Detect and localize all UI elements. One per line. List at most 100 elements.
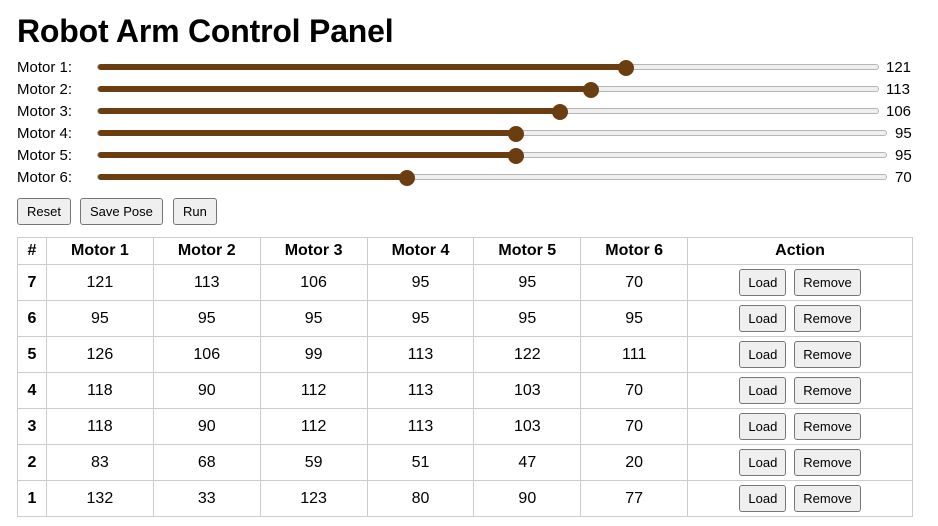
motor-2-slider-thumb[interactable] [582, 82, 599, 98]
motor-3-slider-thumb[interactable] [552, 104, 569, 120]
motor-4-slider-thumb[interactable] [507, 126, 524, 142]
motor-6-slider-row: Motor 6: 70 [17, 167, 927, 189]
row-actions: Load Remove [688, 377, 912, 404]
motor-6-cell: 70 [580, 372, 689, 409]
motor-1-label: Motor 1: [17, 59, 73, 76]
row-actions: Load Remove [688, 449, 912, 476]
motor-4-cell: 113 [366, 408, 475, 445]
motor-1-value: 121 [886, 59, 912, 76]
motor-5-cell: 95 [473, 300, 582, 337]
motor-2-slider[interactable] [97, 82, 879, 98]
load-button[interactable]: Load [739, 341, 787, 368]
motor-3-cell: 123 [259, 480, 368, 517]
motor-3-cell: 99 [259, 336, 368, 373]
motor-1-slider[interactable] [97, 60, 879, 76]
table-row: 3 118 90 112 113 103 70 Load Remove [17, 408, 913, 445]
action-cell: Load Remove [687, 480, 913, 517]
motor-2-label: Motor 2: [17, 81, 73, 98]
load-button[interactable]: Load [739, 269, 787, 296]
column-header: Motor 3 [259, 237, 368, 265]
load-button[interactable]: Load [739, 305, 787, 332]
motor-6-cell: 70 [580, 264, 689, 301]
motor-6-cell: 95 [580, 300, 689, 337]
motor-5-cell: 122 [473, 336, 582, 373]
motor-3-cell: 112 [259, 408, 368, 445]
motor-2-cell: 95 [152, 300, 261, 337]
motor-5-cell: 47 [473, 444, 582, 481]
remove-button[interactable]: Remove [794, 377, 861, 404]
pose-index-cell: 1 [17, 480, 47, 517]
load-button[interactable]: Load [739, 485, 787, 512]
motor-6-cell: 70 [580, 408, 689, 445]
motor-4-slider[interactable] [97, 126, 887, 142]
motor-4-cell: 95 [366, 300, 475, 337]
motor-4-label: Motor 4: [17, 125, 73, 142]
motor-3-cell: 106 [259, 264, 368, 301]
motor-2-cell: 33 [152, 480, 261, 517]
motor-5-label: Motor 5: [17, 147, 73, 164]
action-cell: Load Remove [687, 444, 913, 481]
motor-3-slider-fill [98, 108, 561, 114]
motor-4-cell: 113 [366, 372, 475, 409]
motor-4-cell: 80 [366, 480, 475, 517]
load-button[interactable]: Load [739, 377, 787, 404]
table-row: 4 118 90 112 113 103 70 Load Remove [17, 372, 913, 409]
load-button[interactable]: Load [739, 449, 787, 476]
motor-2-cell: 90 [152, 372, 261, 409]
action-cell: Load Remove [687, 336, 913, 373]
motor-2-value: 113 [886, 81, 910, 98]
motor-3-slider[interactable] [97, 104, 879, 120]
motor-6-slider[interactable] [97, 170, 887, 186]
motor-1-cell: 132 [45, 480, 154, 517]
motor-4-slider-row: Motor 4: 95 [17, 123, 927, 145]
column-header: Motor 1 [45, 237, 154, 265]
motor-4-cell: 51 [366, 444, 475, 481]
save-pose-button[interactable]: Save Pose [80, 198, 163, 225]
motor-3-cell: 112 [259, 372, 368, 409]
motor-1-slider-thumb[interactable] [617, 60, 634, 76]
table-body: 7 121 113 106 95 95 70 Load Remove 6 95 95 95 95 95 95 L… [17, 264, 913, 517]
remove-button[interactable]: Remove [794, 413, 861, 440]
motor-6-value: 70 [895, 169, 912, 186]
reset-button[interactable]: Reset [17, 198, 71, 225]
pose-index-cell: 3 [17, 408, 47, 445]
motor-2-cell: 68 [152, 444, 261, 481]
motor-1-cell: 118 [45, 408, 154, 445]
motor-3-label: Motor 3: [17, 103, 73, 120]
action-cell: Load Remove [687, 372, 913, 409]
motor-5-slider-fill [98, 152, 516, 158]
action-cell: Load Remove [687, 408, 913, 445]
column-header: Action [687, 237, 913, 265]
motor-1-cell: 95 [45, 300, 154, 337]
pose-index-cell: 2 [17, 444, 47, 481]
motor-6-label: Motor 6: [17, 169, 73, 186]
motor-2-slider-fill [98, 86, 591, 92]
motor-4-cell: 95 [366, 264, 475, 301]
motor-6-slider-thumb[interactable] [398, 170, 415, 186]
remove-button[interactable]: Remove [794, 449, 861, 476]
run-button[interactable]: Run [173, 198, 217, 225]
row-actions: Load Remove [688, 341, 912, 368]
load-button[interactable]: Load [739, 413, 787, 440]
column-header: Motor 6 [580, 237, 689, 265]
motor-5-slider[interactable] [97, 148, 887, 164]
pose-index-cell: 7 [17, 264, 47, 301]
pose-index-cell: 4 [17, 372, 47, 409]
remove-button[interactable]: Remove [794, 341, 861, 368]
motor-5-cell: 103 [473, 408, 582, 445]
motor-1-cell: 126 [45, 336, 154, 373]
row-actions: Load Remove [688, 305, 912, 332]
action-cell: Load Remove [687, 300, 913, 337]
motor-5-slider-thumb[interactable] [507, 148, 524, 164]
motor-5-value: 95 [895, 147, 912, 164]
saved-poses-table: # Motor 1 Motor 2 Motor 3 Motor 4 Motor 5 Moto… [17, 237, 913, 517]
motor-6-cell: 111 [580, 336, 689, 373]
row-actions: Load Remove [688, 413, 912, 440]
remove-button[interactable]: Remove [794, 305, 861, 332]
motor-5-slider-row: Motor 5: 95 [17, 145, 927, 167]
remove-button[interactable]: Remove [794, 269, 861, 296]
remove-button[interactable]: Remove [794, 485, 861, 512]
motor-5-cell: 95 [473, 264, 582, 301]
motor-2-cell: 106 [152, 336, 261, 373]
motor-1-slider-fill [98, 64, 626, 70]
